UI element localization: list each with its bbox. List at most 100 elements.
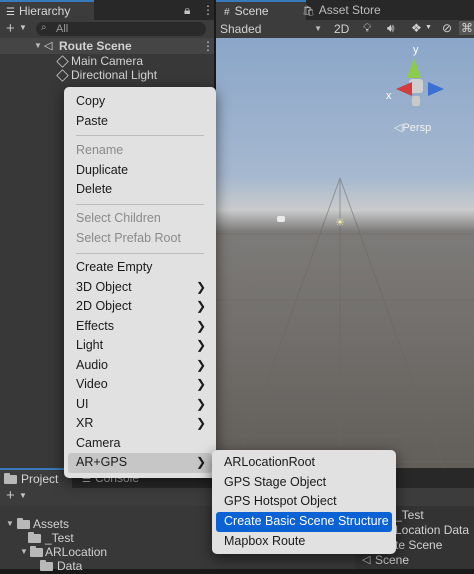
gizmo-y-axis-icon[interactable] [407,58,421,78]
chevron-down-icon: ▼ [314,24,322,33]
folder-icon [30,546,43,557]
folder-icon [28,532,41,543]
project-asset-item[interactable]: ◁ Scene [355,552,474,568]
gizmo-y-label: y [413,44,419,56]
menu-separator [76,253,204,254]
chevron-right-icon: ❯ [195,338,206,352]
menu-separator [76,135,204,136]
scene-options-icon[interactable]: ⋮ [202,38,214,54]
gizmo-x-axis-icon[interactable] [396,82,412,96]
submenu-item-gps-hotspot-object[interactable]: GPS Hotspot Object [212,492,396,512]
shading-mode-label: Shaded [220,22,262,36]
scene-viewport[interactable]: ☀ y x ◁Persp [216,38,474,468]
store-icon: 🛍︎ [302,6,315,17]
hidden-objects-icon[interactable]: ⊘ [442,21,452,35]
menu-item-select-prefab-root[interactable]: Select Prefab Root [64,229,216,249]
submenu-item-create-basic-scene-structure[interactable]: Create Basic Scene Structure [216,512,392,532]
menu-item-light[interactable]: Light ❯ [64,336,216,356]
ar-gps-submenu: ARLocationRoot GPS Stage Object GPS Hots… [212,450,396,554]
menu-item-video[interactable]: Video ❯ [64,375,216,395]
lock-icon[interactable]: 🔒︎ [184,3,190,18]
folder-icon [17,518,30,529]
menu-item-2d-object[interactable]: 2D Object ❯ [64,297,216,317]
tab-asset-store[interactable]: 🛍︎ Asset Store [294,0,390,20]
hierarchy-tab-label: Hierarchy [18,4,71,18]
folder-icon [4,473,17,485]
dropdown-arrow-icon[interactable]: ▼ [19,491,27,500]
submenu-item-mapbox-route[interactable]: Mapbox Route [212,532,396,552]
menu-item-ar-gps[interactable]: AR+GPS ❯ [68,453,212,473]
hierarchy-tab-bar: ☰ Hierarchy 🔒︎ ⋮ [0,0,214,22]
orientation-gizmo[interactable]: y x [386,44,470,110]
submenu-item-gps-stage-object[interactable]: GPS Stage Object [212,473,396,493]
gizmo-x-label: x [386,90,392,102]
menu-item-create-empty[interactable]: Create Empty [64,258,216,278]
menu-item-duplicate[interactable]: Duplicate [64,161,216,181]
menu-item-camera[interactable]: Camera [64,434,216,454]
tab-scene[interactable]: # Scene [216,0,306,22]
add-icon[interactable]: + [6,20,15,37]
audio-icon[interactable]: 🔊︎ [387,21,395,36]
persp-label[interactable]: ◁Persp [394,121,431,134]
chevron-right-icon: ❯ [195,377,206,391]
gameobject-icon [56,55,69,68]
menu-item-rename[interactable]: Rename [64,141,216,161]
menu-item-select-children[interactable]: Select Children [64,209,216,229]
expand-arrow-icon[interactable]: ▼ [34,38,42,54]
kebab-menu-icon[interactable]: ⋮ [202,3,214,17]
gizmo-neg-axis-icon[interactable] [412,96,420,106]
add-asset-icon[interactable]: + [6,487,15,504]
camera-gizmo-icon[interactable] [277,216,285,222]
effects-icon[interactable]: ❖ [411,21,422,35]
chevron-right-icon: ❯ [195,455,206,469]
menu-item-copy[interactable]: Copy [64,92,216,112]
chevron-right-icon: ❯ [195,279,206,294]
search-icon: ⌕ [41,22,47,33]
menu-separator [76,204,204,205]
menu-item-effects[interactable]: Effects ❯ [64,317,216,337]
context-menu: Copy Paste Rename Duplicate Delete Selec… [64,87,216,478]
menu-item-audio[interactable]: Audio ❯ [64,356,216,376]
shading-mode-dropdown[interactable]: Shaded ▼ [220,20,322,38]
folder-icon [40,560,53,571]
chevron-right-icon: ❯ [195,396,206,411]
grid-icon: # [224,7,230,18]
hierarchy-item[interactable]: Directional Light [0,67,214,83]
tab-scene-label: Scene [234,4,269,18]
unity-scene-icon: ◁ [44,40,53,52]
chevron-right-icon: ❯ [195,357,206,372]
menu-item-xr[interactable]: XR ❯ [64,414,216,434]
tab-project-label: Project [21,472,59,486]
hierarchy-menu-icon: ☰ [6,7,15,18]
menu-item-ui[interactable]: UI ❯ [64,395,216,415]
light-gizmo-icon[interactable]: ☀ [335,216,345,229]
chevron-right-icon: ❯ [195,416,206,430]
project-asset-label: Scene [375,553,410,567]
scene-toolbar: Shaded ▼ 2D 💡︎ 🔊︎ ❖ ▼ ⊘ ⌘ [216,20,474,38]
unity-scene-icon: ◁ [362,554,371,566]
tab-hierarchy[interactable]: ☰ Hierarchy [0,0,94,22]
submenu-item-arlocationroot[interactable]: ARLocationRoot [212,453,396,473]
gameobject-icon [56,69,69,82]
search-placeholder: All [56,23,69,35]
scene-name: Route Scene [59,39,132,53]
menu-item-3d-object[interactable]: 3D Object ❯ [64,278,216,298]
gizmos-icon[interactable]: ⌘ [459,21,474,35]
gizmo-z-axis-icon[interactable] [428,82,444,96]
chevron-right-icon: ❯ [195,299,206,313]
project-tree-label: Data [57,559,83,573]
scene-tab-bar: # Scene 🛍︎ Asset Store [216,0,474,22]
dropdown-arrow-icon[interactable]: ▼ [19,23,27,32]
project-asset-label: _Test [395,508,424,522]
hierarchy-search-field[interactable]: ⌕ All [36,22,206,36]
project-asset-label: te Scene [395,538,443,552]
effects-dropdown-icon[interactable]: ▼ [425,24,432,31]
menu-item-paste[interactable]: Paste [64,112,216,132]
chevron-right-icon: ❯ [195,318,206,333]
hierarchy-toolbar: + ▼ ⌕ All [0,20,214,38]
menu-item-delete[interactable]: Delete [64,180,216,200]
lighting-icon[interactable]: 💡︎ [363,21,371,36]
scene-row[interactable]: ▼ ◁ Route Scene ⋮ [0,38,214,54]
toggle-2d-button[interactable]: 2D [334,20,349,38]
tab-asset-store-label: Asset Store [318,3,381,17]
